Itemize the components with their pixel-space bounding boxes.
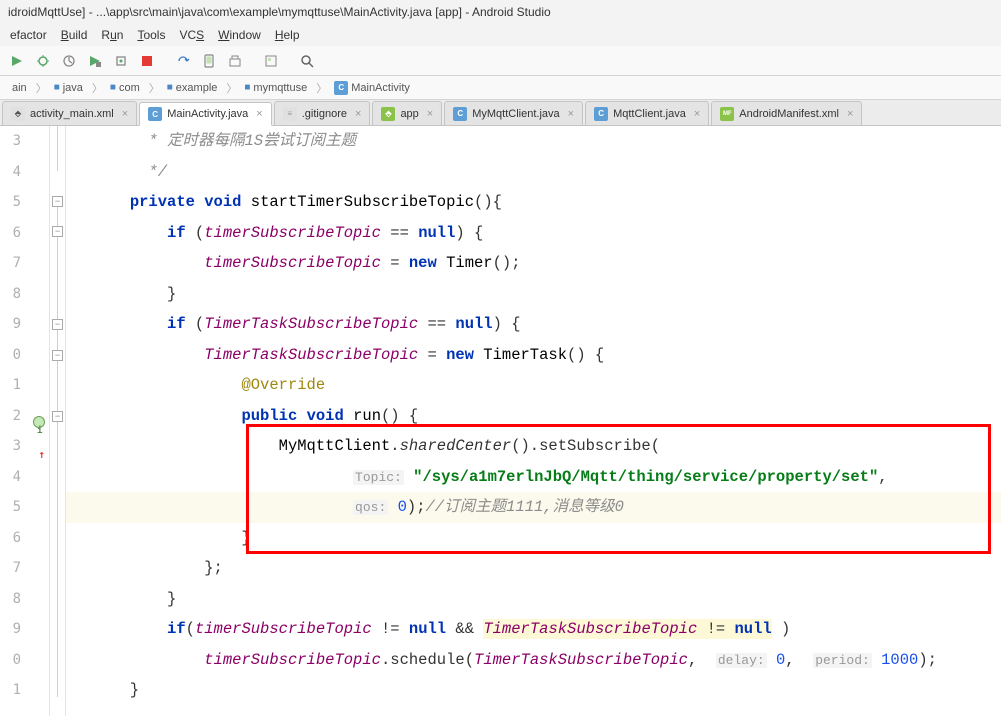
close-icon[interactable]: × (427, 108, 433, 120)
crumb-com[interactable]: ■com (104, 81, 146, 95)
close-icon[interactable]: × (568, 108, 574, 120)
menu-run[interactable]: Run (95, 26, 129, 44)
search-button[interactable] (296, 50, 318, 72)
resource-button[interactable] (260, 50, 282, 72)
close-icon[interactable]: × (122, 108, 128, 120)
fold-column: − − − − − (50, 126, 66, 716)
tab-mainactivity[interactable]: CMainActivity.java× (139, 102, 272, 126)
sdk-button[interactable] (224, 50, 246, 72)
close-icon[interactable]: × (694, 108, 700, 120)
crumb-ain[interactable]: ain (6, 81, 33, 95)
menu-help[interactable]: Help (269, 26, 306, 44)
tab-mymqttclient[interactable]: CMyMqttClient.java× (444, 101, 583, 125)
crumb-mainactivity[interactable]: CMainActivity (328, 80, 416, 96)
menu-vcs[interactable]: VCS (173, 26, 210, 44)
stop-button[interactable] (136, 50, 158, 72)
close-icon[interactable]: × (355, 108, 361, 120)
editor-tabs: ⬘activity_main.xml× CMainActivity.java× … (0, 100, 1001, 126)
tab-mqttclient[interactable]: CMqttClient.java× (585, 101, 709, 125)
fold-toggle[interactable]: − (52, 319, 63, 330)
sync-button[interactable] (172, 50, 194, 72)
menu-window[interactable]: Window (212, 26, 267, 44)
profile-button[interactable] (58, 50, 80, 72)
attach-button[interactable] (110, 50, 132, 72)
code-editor[interactable]: 3 4 5 6 7 8 9 0 1 2↑ 3 4 5 6 7 8 9 0 1 −… (0, 126, 1001, 716)
main-toolbar (0, 46, 1001, 76)
fold-toggle[interactable]: − (52, 226, 63, 237)
fold-toggle[interactable]: − (52, 411, 63, 422)
navigation-breadcrumb: ain〉 ■java〉 ■com〉 ■example〉 ■mymqttuse〉 … (0, 76, 1001, 100)
debug-button[interactable] (32, 50, 54, 72)
close-icon[interactable]: × (256, 108, 262, 120)
window-title: idroidMqttUse] - ...\app\src\main\java\c… (0, 0, 1001, 24)
run-button[interactable] (6, 50, 28, 72)
fold-toggle[interactable]: − (52, 196, 63, 207)
menu-refactor[interactable]: efactor (4, 26, 53, 44)
menu-build[interactable]: Build (55, 26, 94, 44)
tab-manifest[interactable]: MFAndroidManifest.xml× (711, 101, 862, 125)
fold-toggle[interactable]: − (52, 350, 63, 361)
main-menu: efactor Build Run Tools VCS Window Help (0, 24, 1001, 46)
avd-button[interactable] (198, 50, 220, 72)
tab-activity-main[interactable]: ⬘activity_main.xml× (2, 101, 137, 125)
crumb-example[interactable]: ■example (161, 81, 224, 95)
tab-gitignore[interactable]: ≡.gitignore× (274, 101, 371, 125)
crumb-java[interactable]: ■java (48, 81, 89, 95)
coverage-button[interactable] (84, 50, 106, 72)
menu-tools[interactable]: Tools (131, 26, 171, 44)
code-content[interactable]: * 定时器每隔1S尝试订阅主题 */ private void startTim… (66, 126, 1001, 716)
line-gutter: 3 4 5 6 7 8 9 0 1 2↑ 3 4 5 6 7 8 9 0 1 (0, 126, 50, 716)
inspection-icon[interactable] (33, 416, 45, 428)
close-icon[interactable]: × (847, 108, 853, 120)
crumb-mymqttuse[interactable]: ■mymqttuse (238, 81, 313, 95)
tab-app[interactable]: ⬘app× (372, 101, 442, 125)
title-text: idroidMqttUse] - ...\app\src\main\java\c… (8, 5, 551, 19)
